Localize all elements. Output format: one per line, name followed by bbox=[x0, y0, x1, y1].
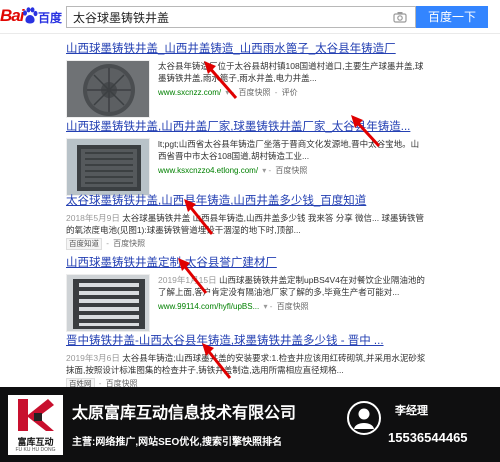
logo-text-du: 百度 bbox=[38, 11, 63, 25]
search-box bbox=[66, 6, 416, 28]
drain-grate-image bbox=[67, 275, 149, 331]
company-logo: 富库互动 FU KU HU DONG bbox=[8, 395, 63, 455]
logo-mark-icon bbox=[18, 399, 54, 431]
result-item: 太谷球墨铸铁井盖,山西县年铸造,山西井盖多少钱_百度知道 2018年5月9日 太… bbox=[66, 194, 426, 250]
snapshot-link[interactable]: 百度快照 bbox=[113, 239, 145, 248]
camera-icon[interactable] bbox=[393, 11, 407, 23]
manhole-cover-image bbox=[67, 139, 149, 195]
result-title[interactable]: 山西球墨铸铁井盖定制-太谷县誉广建材厂 bbox=[66, 256, 426, 270]
result-item: 山西球墨铸铁井盖_山西井盖铸造_山西雨水篦子_太谷县年铸造厂 太谷县年铸造厂位于… bbox=[66, 42, 426, 122]
red-arrow-annotation bbox=[351, 115, 381, 148]
result-item: 晋中铸铁井盖-山西太谷县年铸造,球墨铸铁井盖多少钱 - 晋中 ... 2019年… bbox=[66, 334, 426, 390]
source-badge[interactable]: 百度知道 bbox=[66, 238, 102, 250]
manhole-cover-thumbnail[interactable] bbox=[66, 60, 150, 118]
logo-subtitle: FU KU HU DONG bbox=[15, 447, 56, 453]
logo-text-bai: Bai bbox=[0, 6, 24, 25]
snapshot-link[interactable]: 百度快照 bbox=[239, 88, 271, 97]
result-title[interactable]: 太谷球墨铸铁井盖,山西县年铸造,山西井盖多少钱_百度知道 bbox=[66, 194, 426, 208]
phone-number[interactable]: 15536544465 bbox=[388, 430, 468, 445]
result-item: 山西球墨铸铁井盖定制-太谷县誉广建材厂 2019年1月15日 山西球墨铸铁井盖定… bbox=[66, 256, 426, 336]
baidu-logo[interactable]: Bai 百度 bbox=[0, 6, 62, 28]
search-input[interactable] bbox=[67, 7, 387, 27]
main-business: 主营:网络推广,网站SEO优化,搜索引擎快照排名 bbox=[72, 437, 283, 448]
result-url[interactable]: www.ksxcnzzo4.etlong.com/ bbox=[158, 166, 258, 175]
result-url[interactable]: www.99114.com/hyfl/upBS... bbox=[158, 302, 259, 311]
result-snippet: 太谷县年铸造;山西球墨井盖的安装要求:1.检查井应该用红砖砌筑,并采用水泥砂浆抹… bbox=[66, 353, 426, 375]
search-button[interactable]: 百度一下 bbox=[416, 6, 488, 28]
paw-icon bbox=[23, 7, 38, 24]
contact-name: 李经理 bbox=[395, 405, 428, 417]
person-icon bbox=[347, 401, 381, 435]
manhole-cover-thumbnail[interactable] bbox=[66, 138, 150, 196]
result-title[interactable]: 晋中铸铁井盖-山西太谷县年铸造,球墨铸铁井盖多少钱 - 晋中 ... bbox=[66, 334, 426, 348]
rating-link[interactable]: 评价 bbox=[282, 88, 298, 97]
result-snippet: 太谷球墨铸铁井盖 山西县年铸造,山西井盖多少钱 我来答 分享 微信... 球墨铸… bbox=[66, 213, 425, 235]
result-date: 2019年3月6日 bbox=[66, 353, 120, 363]
snapshot-link[interactable]: 百度快照 bbox=[277, 302, 309, 311]
company-banner: 富库互动 FU KU HU DONG 太原富库互动信息技术有限公司 主营:网络推… bbox=[0, 387, 500, 462]
snapshot-link[interactable]: 百度快照 bbox=[275, 166, 307, 175]
manhole-cover-image bbox=[67, 61, 149, 117]
red-arrow-annotation bbox=[202, 343, 232, 379]
search-header: Bai 百度 百度一下 bbox=[0, 0, 500, 34]
company-name: 太原富库互动信息技术有限公司 bbox=[72, 405, 297, 422]
red-arrow-annotation bbox=[204, 61, 238, 99]
red-arrow-annotation bbox=[178, 258, 208, 294]
grate-thumbnail[interactable] bbox=[66, 274, 150, 332]
red-arrow-annotation bbox=[184, 199, 214, 235]
result-date: 2018年5月9日 bbox=[66, 213, 120, 223]
result-title[interactable]: 山西球墨铸铁井盖_山西井盖铸造_山西雨水篦子_太谷县年铸造厂 bbox=[66, 42, 426, 56]
result-snippet: lt;pgt;山西省太谷县年铸造厂坐落于晋商文化发源地,晋中太谷宝地。山西省晋中… bbox=[158, 139, 420, 161]
result-snippet: 太谷县年铸造厂位于太谷县胡村镇108国道村道口,主要生产球墨井盖,球墨铸铁井盖,… bbox=[158, 61, 424, 83]
